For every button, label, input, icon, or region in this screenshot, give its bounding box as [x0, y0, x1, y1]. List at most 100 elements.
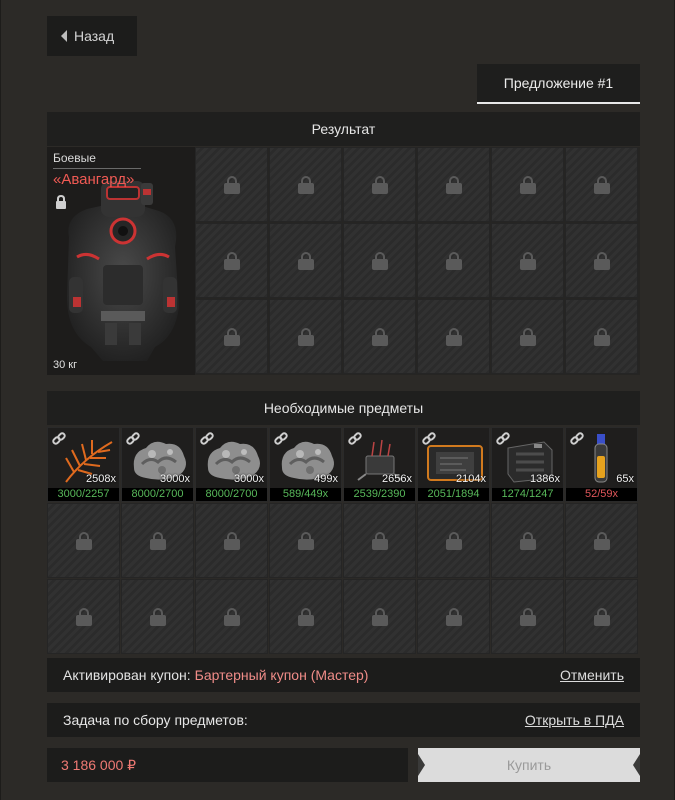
locked-slot — [491, 147, 564, 222]
lock-icon — [593, 252, 610, 270]
locked-slot — [121, 579, 194, 654]
locked-slot — [195, 223, 268, 298]
item-weight: 30 кг — [53, 359, 78, 371]
lock-icon — [223, 176, 240, 194]
owned-quantity: 589/449x — [270, 488, 341, 501]
lock-icon — [519, 252, 536, 270]
task-bar: Задача по сбору предметов: Открыть в ПДА — [47, 703, 640, 737]
required-quantity: 65x — [616, 473, 634, 485]
required-quantity: 2508x — [86, 473, 116, 485]
locked-slot — [343, 503, 416, 578]
required-item[interactable]: 2104x 2051/1894 — [417, 427, 490, 502]
locked-slot — [491, 579, 564, 654]
lock-icon — [445, 328, 462, 346]
required-item[interactable]: 3000x 8000/2700 — [121, 427, 194, 502]
required-quantity: 1386x — [530, 473, 560, 485]
locked-slot — [343, 147, 416, 222]
link-chain-icon — [348, 432, 362, 451]
owned-quantity: 2051/1894 — [418, 488, 489, 501]
required-items-grid: 2508x 3000/2257 3000x 8000/2700 3000x 8000/27… — [47, 427, 640, 655]
result-header: Результат — [47, 112, 640, 146]
required-item[interactable]: 65x 52/59x — [565, 427, 638, 502]
coupon-value: Бартерный купон (Мастер) — [194, 667, 369, 683]
locked-slot — [269, 503, 342, 578]
lock-icon — [445, 608, 462, 626]
lock-icon — [519, 328, 536, 346]
lock-icon — [371, 608, 388, 626]
locked-slot — [565, 579, 638, 654]
locked-slot — [195, 579, 268, 654]
category-divider — [53, 168, 141, 169]
lock-icon — [445, 176, 462, 194]
lock-icon — [297, 532, 314, 550]
locked-slot — [417, 503, 490, 578]
lock-icon — [75, 532, 92, 550]
lock-icon — [371, 328, 388, 346]
locked-slot — [269, 147, 342, 222]
lock-icon — [445, 532, 462, 550]
lock-icon — [593, 176, 610, 194]
owned-quantity: 3000/2257 — [48, 488, 119, 501]
lock-icon — [223, 532, 240, 550]
required-item[interactable]: 2656x 2539/2390 — [343, 427, 416, 502]
buy-button[interactable]: Купить — [418, 748, 640, 782]
required-item[interactable]: 1386x 1274/1247 — [491, 427, 564, 502]
required-quantity: 2104x — [456, 473, 486, 485]
coupon-bar: Активирован купон: Бартерный купон (Маст… — [47, 658, 640, 692]
required-quantity: 3000x — [234, 473, 264, 485]
owned-quantity: 2539/2390 — [344, 488, 415, 501]
locked-slot — [121, 503, 194, 578]
locked-slot — [47, 579, 120, 654]
locked-slot — [491, 503, 564, 578]
required-item[interactable]: 3000x 8000/2700 — [195, 427, 268, 502]
owned-quantity: 8000/2700 — [196, 488, 267, 501]
link-chain-icon — [126, 432, 140, 451]
price-display: 3 186 000 ₽ — [47, 748, 408, 782]
locked-slot — [565, 223, 638, 298]
lock-icon — [223, 608, 240, 626]
task-label: Задача по сбору предметов: — [63, 712, 248, 728]
locked-slot — [417, 299, 490, 374]
required-item[interactable]: 499x 589/449x — [269, 427, 342, 502]
lock-icon — [297, 176, 314, 194]
back-label: Назад — [74, 28, 115, 44]
locked-slot — [417, 147, 490, 222]
lock-icon — [445, 252, 462, 270]
link-chain-icon — [200, 432, 214, 451]
locked-slot — [343, 299, 416, 374]
tab-offer-1[interactable]: Предложение #1 — [477, 64, 640, 104]
cancel-coupon-link[interactable]: Отменить — [560, 667, 624, 683]
back-button[interactable]: Назад — [47, 16, 137, 56]
result-item-card[interactable]: Боевые «Авангард» 30 кг — [47, 147, 195, 375]
link-chain-icon — [496, 432, 510, 451]
locked-slot — [269, 299, 342, 374]
lock-icon — [75, 608, 92, 626]
owned-quantity: 8000/2700 — [122, 488, 193, 501]
lock-icon — [593, 608, 610, 626]
locked-slot — [195, 147, 268, 222]
locked-slot — [491, 299, 564, 374]
lock-icon — [371, 252, 388, 270]
link-chain-icon — [52, 432, 66, 451]
lock-icon — [149, 608, 166, 626]
lock-icon — [223, 328, 240, 346]
result-grid: Боевые «Авангард» 30 кг — [47, 147, 640, 375]
locked-slot — [343, 579, 416, 654]
locked-slot — [343, 223, 416, 298]
locked-slot — [269, 579, 342, 654]
locked-slot — [565, 299, 638, 374]
required-item[interactable]: 2508x 3000/2257 — [47, 427, 120, 502]
locked-slot — [417, 579, 490, 654]
link-chain-icon — [570, 432, 584, 451]
open-in-pda-link[interactable]: Открыть в ПДА — [525, 712, 624, 728]
lock-icon — [223, 252, 240, 270]
locked-slot — [417, 223, 490, 298]
lock-icon — [519, 608, 536, 626]
link-chain-icon — [422, 432, 436, 451]
lock-icon — [297, 608, 314, 626]
lock-icon — [593, 328, 610, 346]
locked-slot — [47, 503, 120, 578]
item-category: Боевые — [53, 151, 96, 165]
locked-slot — [269, 223, 342, 298]
lock-icon — [519, 176, 536, 194]
